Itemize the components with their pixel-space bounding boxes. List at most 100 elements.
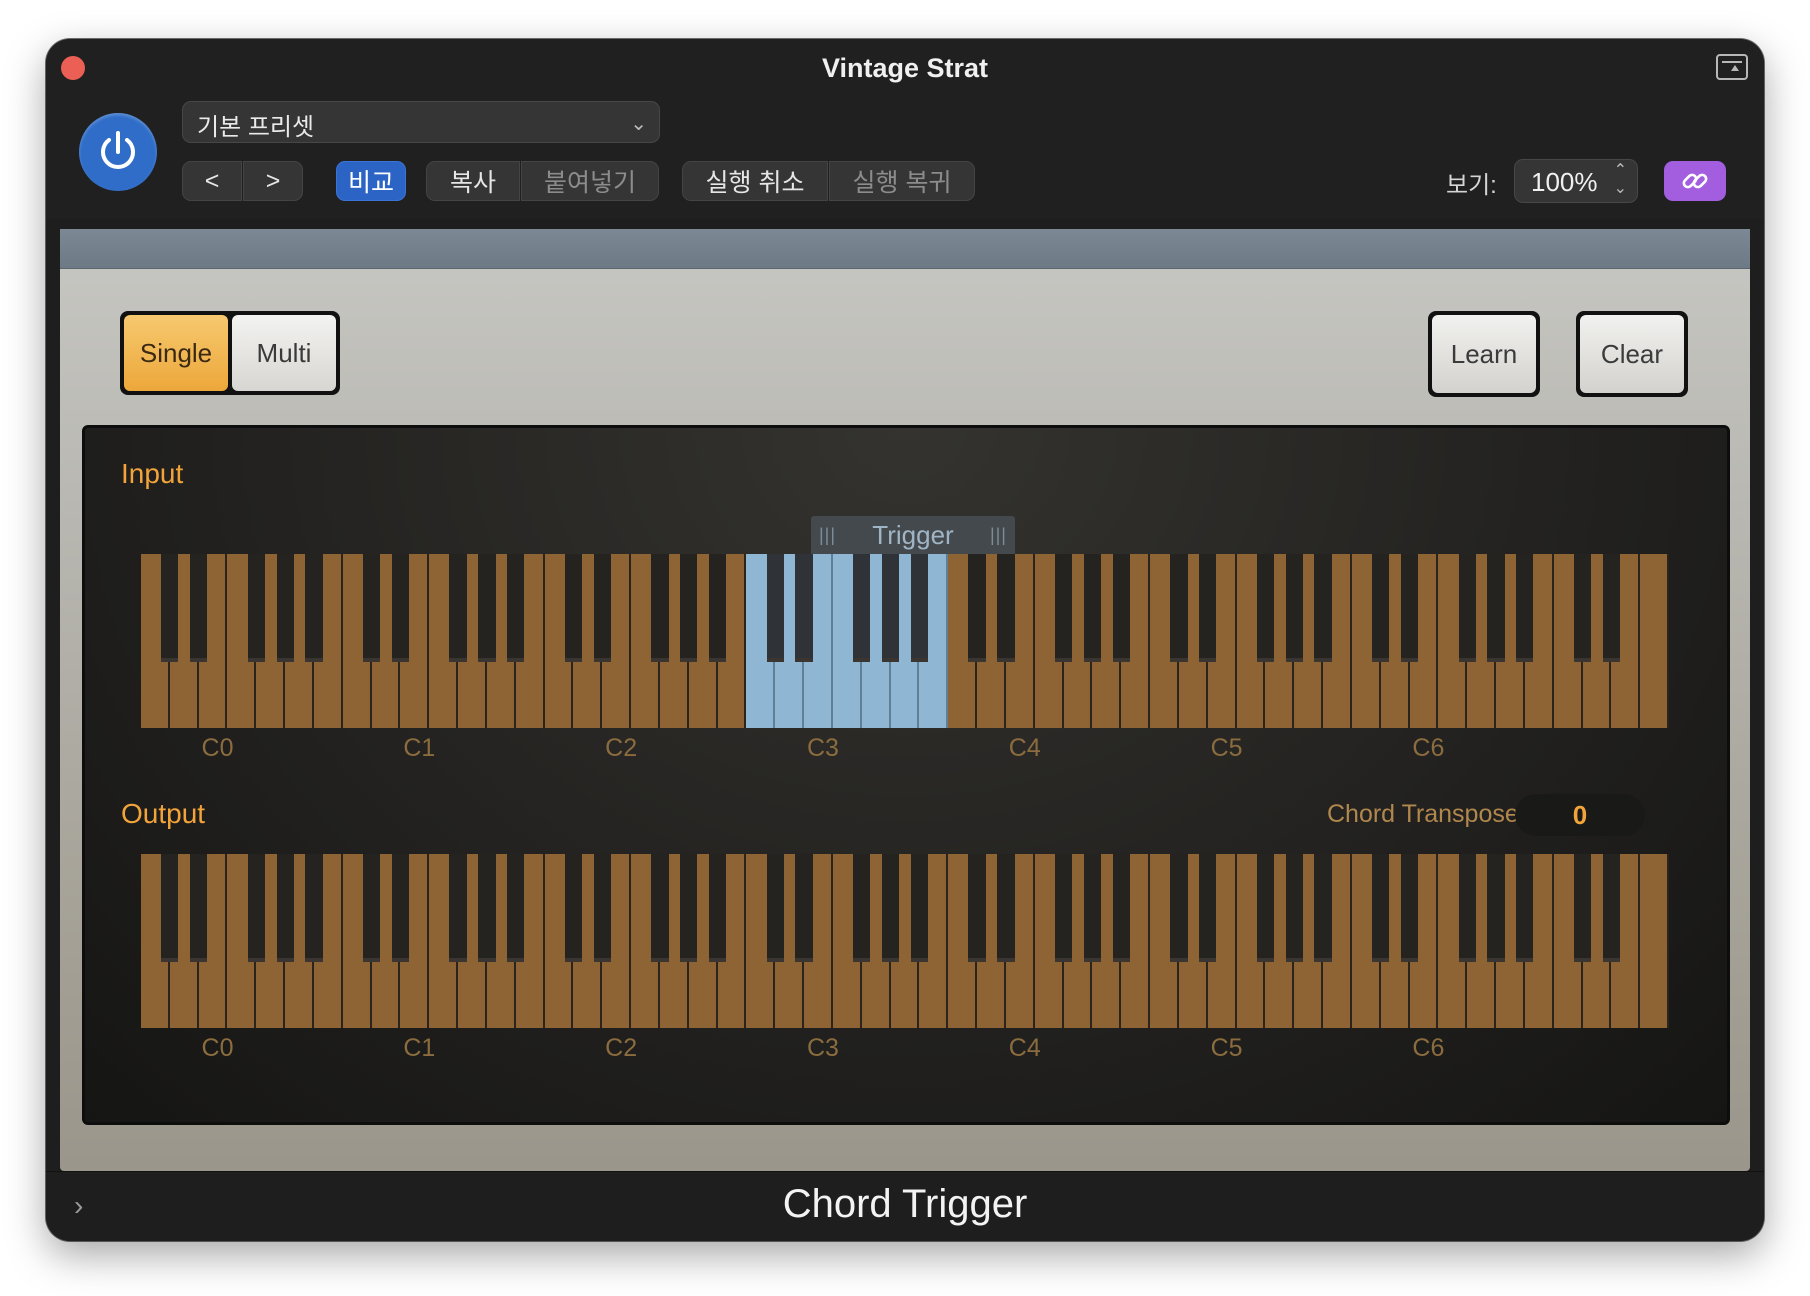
undo-button[interactable]: 실행 취소 [682,161,828,201]
black-key[interactable] [1314,554,1332,662]
black-key[interactable] [997,854,1015,962]
black-key[interactable] [362,854,381,962]
black-key[interactable] [680,854,698,962]
black-key[interactable] [478,854,496,962]
paste-button[interactable]: 붙여넣기 [521,161,659,201]
black-key[interactable] [507,854,525,962]
black-key[interactable] [1372,554,1390,662]
black-key[interactable] [362,554,381,662]
black-key[interactable] [910,854,929,962]
black-key[interactable] [1083,854,1102,962]
black-key[interactable] [190,554,208,662]
black-key[interactable] [1602,854,1620,962]
mode-selector: Single Multi [120,311,340,395]
black-key[interactable] [1314,854,1332,962]
black-key[interactable] [391,554,410,662]
compare-button[interactable]: 비교 [336,161,406,201]
chord-transpose-field[interactable]: 0 [1515,794,1645,836]
black-key[interactable] [1458,854,1476,962]
black-key[interactable] [1372,854,1390,962]
black-key[interactable] [1170,554,1188,662]
black-key[interactable] [161,554,179,662]
black-key[interactable] [1285,854,1303,962]
black-key[interactable] [881,554,900,662]
black-key[interactable] [190,854,208,962]
learn-button[interactable]: Learn [1428,311,1540,397]
black-key[interactable] [795,554,813,662]
black-key[interactable] [593,854,611,962]
black-key[interactable] [247,554,265,662]
black-key[interactable] [1400,554,1419,662]
black-key[interactable] [1256,554,1275,662]
black-key[interactable] [1573,854,1592,962]
multi-mode-button[interactable]: Multi [232,315,336,391]
zoom-stepper[interactable]: 100% ⌃ ⌄ [1514,159,1638,203]
black-key[interactable] [1199,554,1217,662]
black-key[interactable] [1112,854,1130,962]
black-key[interactable] [708,554,727,662]
black-key[interactable] [1400,854,1419,962]
black-key[interactable] [881,854,900,962]
black-key[interactable] [276,854,294,962]
trigger-range-handle[interactable]: ||| Trigger ||| [811,516,1015,554]
next-preset-button[interactable]: > [243,161,303,201]
output-keyboard[interactable] [141,854,1669,1028]
black-key[interactable] [997,554,1015,662]
black-key[interactable] [910,554,929,662]
octave-label: C1 [403,734,436,762]
black-key[interactable] [478,554,496,662]
black-key[interactable] [276,554,294,662]
black-key[interactable] [1199,854,1217,962]
black-key[interactable] [305,854,323,962]
redo-button[interactable]: 실행 복귀 [829,161,975,201]
black-key[interactable] [507,554,525,662]
black-key[interactable] [1573,554,1592,662]
black-key[interactable] [1285,554,1303,662]
black-key[interactable] [766,854,784,962]
grip-icon: ||| [989,524,1007,545]
copy-button[interactable]: 복사 [426,161,520,201]
black-key[interactable] [1054,554,1073,662]
prev-preset-button[interactable]: < [182,161,242,201]
clear-button[interactable]: Clear [1576,311,1688,397]
black-key[interactable] [968,854,986,962]
black-key[interactable] [1054,854,1073,962]
black-key[interactable] [564,554,583,662]
black-key[interactable] [795,854,813,962]
link-button[interactable] [1664,161,1726,201]
black-key[interactable] [708,854,727,962]
black-key[interactable] [1112,554,1130,662]
black-key[interactable] [680,554,698,662]
white-key[interactable] [1640,854,1669,1028]
expand-icon[interactable] [1716,54,1748,80]
black-key[interactable] [593,554,611,662]
black-key[interactable] [1256,854,1275,962]
black-key[interactable] [651,554,669,662]
input-label: Input [121,458,184,489]
black-key[interactable] [305,554,323,662]
black-key[interactable] [1487,554,1505,662]
black-key[interactable] [651,854,669,962]
black-key[interactable] [1487,854,1505,962]
black-key[interactable] [766,554,784,662]
black-key[interactable] [161,854,179,962]
black-key[interactable] [391,854,410,962]
single-mode-button[interactable]: Single [124,315,228,391]
black-key[interactable] [247,854,265,962]
white-key[interactable] [1640,554,1669,728]
black-key[interactable] [1170,854,1188,962]
black-key[interactable] [1458,554,1476,662]
black-key[interactable] [449,854,467,962]
black-key[interactable] [1516,554,1534,662]
preset-dropdown[interactable]: 기본 프리셋 ⌄ [182,101,660,143]
power-button[interactable] [79,113,157,191]
black-key[interactable] [853,854,871,962]
input-keyboard[interactable] [141,554,1669,728]
black-key[interactable] [564,854,583,962]
black-key[interactable] [1516,854,1534,962]
black-key[interactable] [1602,554,1620,662]
black-key[interactable] [853,554,871,662]
black-key[interactable] [1083,554,1102,662]
black-key[interactable] [449,554,467,662]
black-key[interactable] [968,554,986,662]
